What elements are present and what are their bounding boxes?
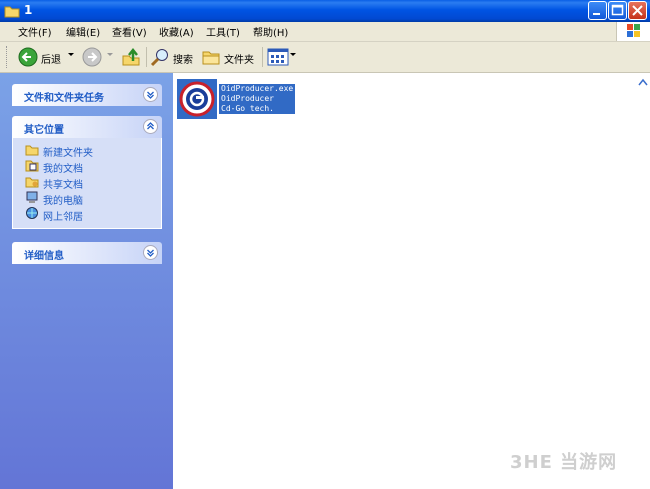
file-item-label[interactable]: OidProducer.exe OidProducer Cd-Go tech.	[219, 84, 296, 114]
back-arrow-icon	[18, 47, 38, 70]
menu-favorites[interactable]: 收藏(A)	[159, 24, 194, 39]
forward-arrow-icon	[82, 47, 102, 70]
folder-icon	[4, 4, 20, 21]
menu-bar: 文件(F) 编辑(E) 查看(V) 收藏(A) 工具(T) 帮助(H)	[0, 22, 650, 42]
network-icon	[25, 207, 39, 223]
search-icon	[150, 47, 170, 70]
place-label: 我的电脑	[43, 196, 83, 207]
folders-label: 文件夹	[224, 55, 254, 66]
place-label: 我的文档	[43, 164, 83, 175]
up-folder-button[interactable]	[121, 46, 143, 68]
file-tasks-header[interactable]: 文件和文件夹任务	[12, 84, 162, 106]
place-network[interactable]: 网上邻居	[13, 206, 161, 223]
back-label: 后退	[41, 55, 61, 66]
place-label: 新建文件夹	[43, 148, 93, 159]
place-label: 共享文档	[43, 180, 83, 191]
documents-icon	[25, 159, 39, 175]
toolbar-separator	[146, 47, 147, 67]
details-panel: 详细信息	[12, 242, 162, 264]
windows-logo	[616, 22, 650, 41]
menu-tools[interactable]: 工具(T)	[206, 24, 240, 39]
menu-help[interactable]: 帮助(H)	[253, 24, 288, 39]
exe-file-icon[interactable]	[177, 79, 217, 119]
search-label: 搜索	[173, 55, 193, 66]
place-my-documents[interactable]: 我的文档	[13, 158, 161, 175]
shared-folder-icon	[25, 175, 39, 191]
menu-edit[interactable]: 编辑(E)	[66, 24, 100, 39]
place-label: 网上邻居	[43, 212, 83, 223]
views-icon	[267, 47, 289, 70]
forward-dropdown-icon[interactable]	[107, 53, 113, 56]
place-new-folder[interactable]: 新建文件夹	[13, 142, 161, 159]
views-dropdown-icon[interactable]	[290, 53, 296, 56]
back-dropdown-icon[interactable]	[68, 53, 74, 56]
other-places-title: 其它位置	[24, 125, 64, 136]
chevron-up-icon[interactable]	[143, 119, 158, 134]
window-title: 1	[24, 3, 33, 17]
views-button[interactable]	[267, 46, 297, 68]
place-my-computer[interactable]: 我的电脑	[13, 190, 161, 207]
maximize-button[interactable]	[608, 1, 627, 20]
back-button[interactable]: 后退	[16, 46, 80, 68]
forward-button[interactable]	[82, 46, 114, 68]
toolbar: 后退 搜索 文件夹	[0, 42, 650, 73]
folder-icon	[25, 143, 39, 159]
other-places-panel: 其它位置 新建文件夹 我的文档 共享文档 我的电脑 网上邻居	[12, 116, 162, 229]
file-tasks-title: 文件和文件夹任务	[24, 93, 104, 104]
up-arrow-icon	[121, 47, 141, 70]
details-header[interactable]: 详细信息	[12, 242, 162, 264]
other-places-list: 新建文件夹 我的文档 共享文档 我的电脑 网上邻居	[12, 138, 162, 229]
chevron-down-icon[interactable]	[143, 87, 158, 102]
watermark: 3HE 当游网	[510, 452, 618, 473]
toolbar-grip[interactable]	[6, 46, 10, 68]
scroll-up-arrow-icon[interactable]	[638, 76, 648, 89]
details-title: 详细信息	[24, 251, 64, 262]
title-bar: 1	[0, 0, 650, 22]
close-button[interactable]	[628, 1, 647, 20]
file-name: OidProducer.exe	[221, 84, 294, 93]
file-company: Cd-Go tech.	[221, 104, 274, 113]
task-pane: 文件和文件夹任务 其它位置 新建文件夹 我的文档 共享文档 我的电脑 网上邻居 …	[0, 73, 173, 489]
other-places-header[interactable]: 其它位置	[12, 116, 162, 138]
file-tasks-panel: 文件和文件夹任务	[12, 84, 162, 106]
file-list-area[interactable]	[173, 73, 650, 489]
folders-button[interactable]: 文件夹	[201, 46, 257, 68]
toolbar-separator	[262, 47, 263, 67]
minimize-button[interactable]	[588, 1, 607, 20]
search-button[interactable]: 搜索	[150, 46, 196, 68]
file-description: OidProducer	[221, 94, 274, 103]
menu-file[interactable]: 文件(F)	[18, 24, 52, 39]
computer-icon	[25, 191, 39, 207]
place-shared-documents[interactable]: 共享文档	[13, 174, 161, 191]
menu-view[interactable]: 查看(V)	[112, 24, 147, 39]
folders-icon	[201, 47, 221, 70]
chevron-down-icon[interactable]	[143, 245, 158, 260]
